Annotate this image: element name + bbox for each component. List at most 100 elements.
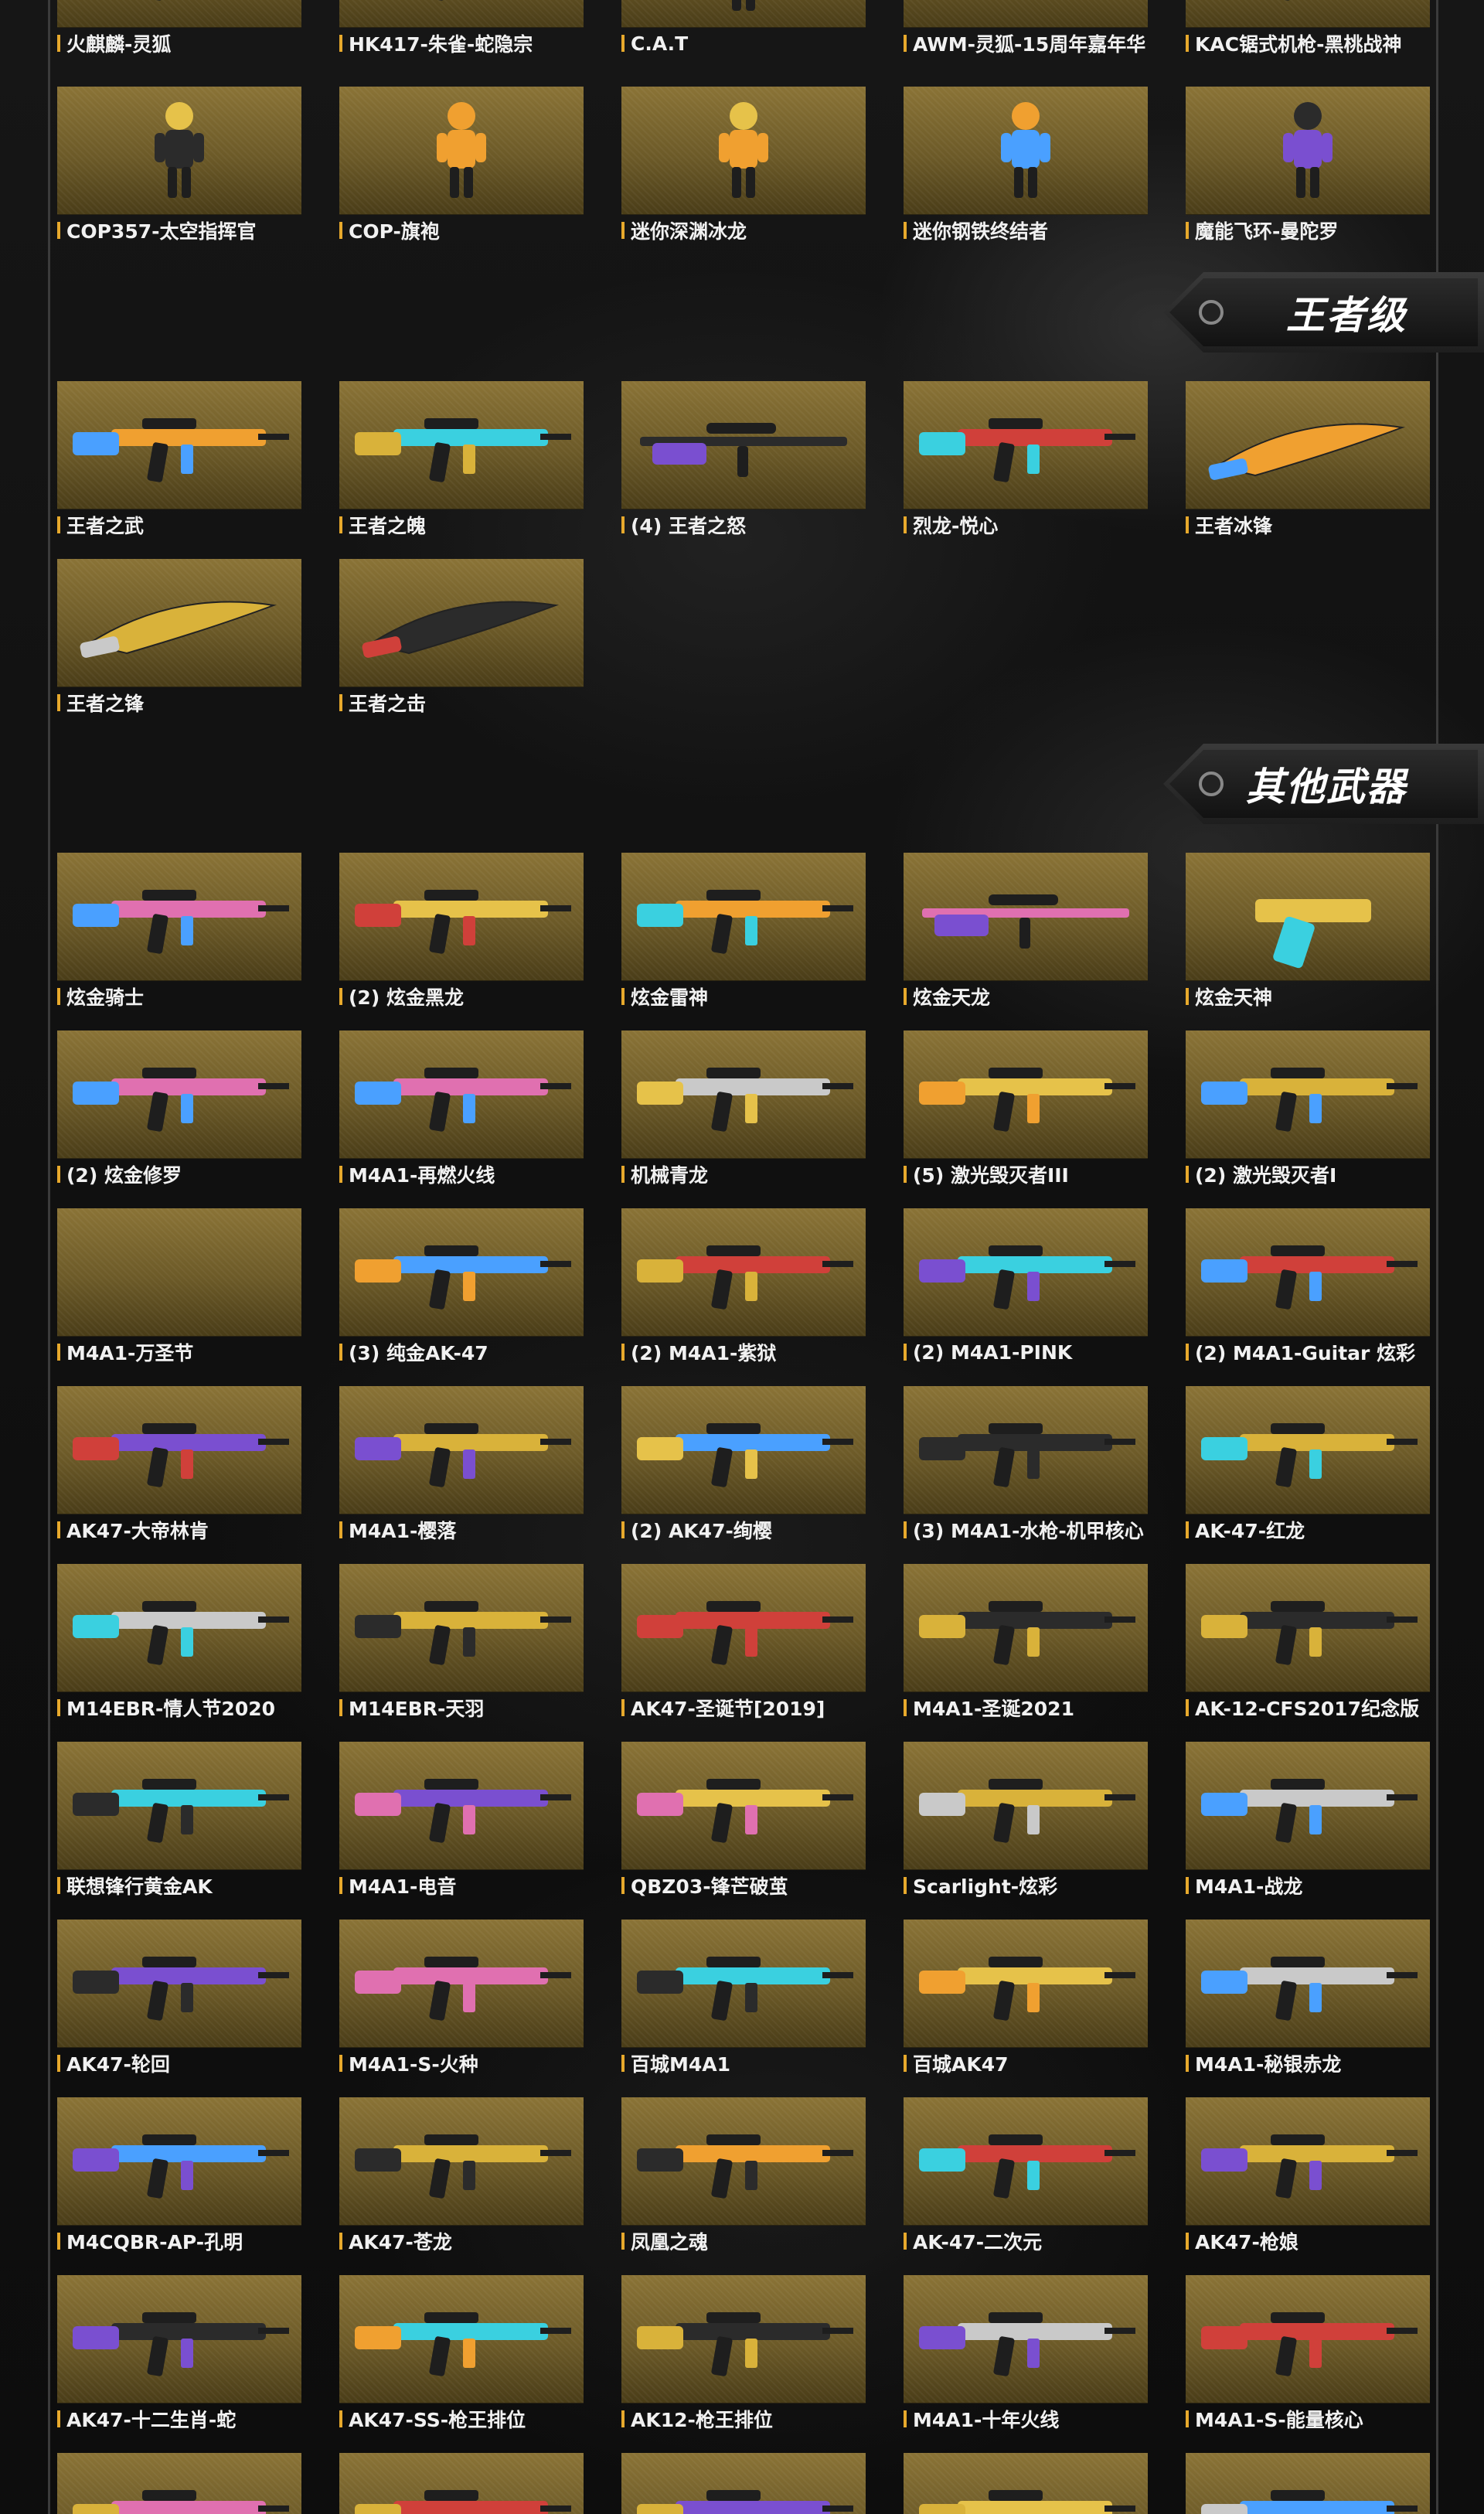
weapon-image (57, 1742, 301, 1870)
weapon-card[interactable]: (4) 王者之怒 (621, 381, 866, 540)
character-image (339, 87, 584, 215)
weapon-label: 炫金雷神 (621, 981, 866, 1012)
weapon-card[interactable]: COP-旗袍 (339, 87, 584, 246)
weapon-label: 王者之魄 (339, 509, 584, 540)
weapon-label: 魔能飞环-曼陀罗 (1186, 215, 1430, 246)
weapon-image (57, 2275, 301, 2403)
weapon-label: HK417-朱雀-蛇隐宗 (339, 28, 584, 59)
weapon-label: M14EBR-天羽 (339, 1692, 584, 1723)
weapon-image (1186, 0, 1430, 28)
weapon-card[interactable]: 炫金天神 (1186, 853, 1430, 1012)
weapon-image (339, 1030, 584, 1159)
weapon-card[interactable]: 迷你深渊冰龙 (621, 87, 866, 246)
weapon-card[interactable] (1186, 2453, 1430, 2514)
weapon-image (904, 1564, 1148, 1692)
weapon-label: M4A1-樱落 (339, 1514, 584, 1545)
weapon-card[interactable]: 炫金雷神 (621, 853, 866, 1012)
section-title: 其他武器 (1246, 765, 1407, 809)
weapon-card[interactable]: AK47-十二生肖-蛇 (57, 2275, 301, 2434)
weapon-card[interactable]: (2) M4A1-Guitar 炫彩 (1186, 1208, 1430, 1368)
weapon-card[interactable]: M4A1-樱落 (339, 1386, 584, 1545)
weapon-card[interactable]: 凤凰之魂 (621, 2097, 866, 2257)
weapon-card[interactable]: AK47-枪娘 (1186, 2097, 1430, 2257)
weapon-card[interactable]: HK417-朱雀-蛇隐宗 (339, 0, 584, 59)
weapon-card[interactable]: C.A.T (621, 0, 866, 59)
circle-icon (1199, 300, 1224, 325)
weapon-image (339, 2097, 584, 2226)
weapon-card[interactable]: 火麒麟-灵狐 (57, 0, 301, 59)
weapon-card[interactable]: (2) 炫金修罗 (57, 1030, 301, 1190)
weapon-image (339, 2453, 584, 2514)
weapon-card[interactable]: 炫金天龙 (904, 853, 1148, 1012)
weapon-label: M4A1-秘银赤龙 (1186, 2048, 1430, 2079)
weapon-card[interactable]: (2) M4A1-PINK (904, 1208, 1148, 1368)
weapon-card[interactable]: M4A1-十年火线 (904, 2275, 1148, 2434)
weapon-card[interactable]: (3) M4A1-水枪-机甲核心 (904, 1386, 1148, 1545)
weapon-card[interactable]: 王者之击 (339, 559, 584, 718)
weapon-card[interactable]: AK-47-红龙 (1186, 1386, 1430, 1545)
weapon-card[interactable]: Scarlight-炫彩 (904, 1742, 1148, 1901)
weapon-label: 火麒麟-灵狐 (57, 28, 301, 59)
weapon-card[interactable]: AK47-大帝林肯 (57, 1386, 301, 1545)
weapon-card[interactable] (57, 2453, 301, 2514)
weapon-image (904, 2275, 1148, 2403)
weapon-card[interactable]: 联想锋行黄金AK (57, 1742, 301, 1901)
weapon-card[interactable]: (5) 激光毁灭者III (904, 1030, 1148, 1190)
weapon-image (57, 2097, 301, 2226)
weapon-image (339, 853, 584, 981)
weapon-card[interactable] (339, 2453, 584, 2514)
weapon-card[interactable]: AK47-轮回 (57, 1920, 301, 2079)
weapon-card[interactable]: M4A1-万圣节 (57, 1208, 301, 1368)
weapon-card[interactable]: 烈龙-悦心 (904, 381, 1148, 540)
weapon-card[interactable]: M4A1-战龙 (1186, 1742, 1430, 1901)
weapon-card[interactable]: (2) 激光毁灭者I (1186, 1030, 1430, 1190)
weapon-card[interactable]: 机械青龙 (621, 1030, 866, 1190)
weapon-card[interactable]: 王者之魄 (339, 381, 584, 540)
weapon-card[interactable]: QBZ03-锋芒破茧 (621, 1742, 866, 1901)
weapon-card[interactable]: 迷你钢铁终结者 (904, 87, 1148, 246)
weapon-card[interactable]: AK-12-CFS2017纪念版 (1186, 1564, 1430, 1723)
weapon-card[interactable]: 炫金骑士 (57, 853, 301, 1012)
weapon-label: (2) 炫金修罗 (57, 1159, 301, 1190)
weapon-image (621, 2097, 866, 2226)
weapon-card[interactable]: 王者冰锋 (1186, 381, 1430, 540)
weapon-label: M4A1-S-火种 (339, 2048, 584, 2079)
weapon-card[interactable]: AK47-SS-枪王排位 (339, 2275, 584, 2434)
weapon-card[interactable]: AWM-灵狐-15周年嘉年华 (904, 0, 1148, 59)
weapon-card[interactable]: M4CQBR-AP-孔明 (57, 2097, 301, 2257)
weapon-card[interactable]: M4A1-电音 (339, 1742, 584, 1901)
weapon-card[interactable]: M4A1-S-能量核心 (1186, 2275, 1430, 2434)
weapon-card[interactable]: 魔能飞环-曼陀罗 (1186, 87, 1430, 246)
circle-icon (1199, 772, 1224, 796)
weapon-card[interactable]: AK-47-二次元 (904, 2097, 1148, 2257)
weapon-card[interactable]: (2) AK47-绚樱 (621, 1386, 866, 1545)
weapon-card[interactable]: M14EBR-天羽 (339, 1564, 584, 1723)
weapon-card[interactable]: AK47-圣诞节[2019] (621, 1564, 866, 1723)
weapon-card[interactable] (904, 2453, 1148, 2514)
weapon-card[interactable]: 百城M4A1 (621, 1920, 866, 2079)
weapon-card[interactable]: (3) 纯金AK-47 (339, 1208, 584, 1368)
weapon-card[interactable]: M14EBR-情人节2020 (57, 1564, 301, 1723)
weapon-card[interactable]: M4A1-圣诞2021 (904, 1564, 1148, 1723)
weapon-card[interactable]: 百城AK47 (904, 1920, 1148, 2079)
weapon-card[interactable]: M4A1-S-火种 (339, 1920, 584, 2079)
weapon-image (1186, 1742, 1430, 1870)
weapon-card[interactable]: M4A1-再燃火线 (339, 1030, 584, 1190)
weapon-card[interactable]: AK12-枪王排位 (621, 2275, 866, 2434)
weapon-card[interactable]: M4A1-秘银赤龙 (1186, 1920, 1430, 2079)
weapon-card[interactable]: KAC锯式机枪-黑桃战神 (1186, 0, 1430, 59)
weapon-card[interactable]: COP357-太空指挥官 (57, 87, 301, 246)
weapon-image (621, 1742, 866, 1870)
weapon-card[interactable]: AK47-苍龙 (339, 2097, 584, 2257)
weapon-card[interactable]: 王者之锋 (57, 559, 301, 718)
weapon-card[interactable]: (2) 炫金黑龙 (339, 853, 584, 1012)
weapon-card[interactable]: (2) M4A1-紫狱 (621, 1208, 866, 1368)
weapon-card[interactable] (621, 2453, 866, 2514)
weapon-label: M4A1-电音 (339, 1870, 584, 1901)
weapon-label: M14EBR-情人节2020 (57, 1692, 301, 1723)
weapon-label: KAC锯式机枪-黑桃战神 (1186, 28, 1430, 59)
weapon-image (339, 2275, 584, 2403)
weapon-card[interactable]: 王者之武 (57, 381, 301, 540)
weapon-label: AK-47-红龙 (1186, 1514, 1430, 1545)
weapon-image (904, 1030, 1148, 1159)
